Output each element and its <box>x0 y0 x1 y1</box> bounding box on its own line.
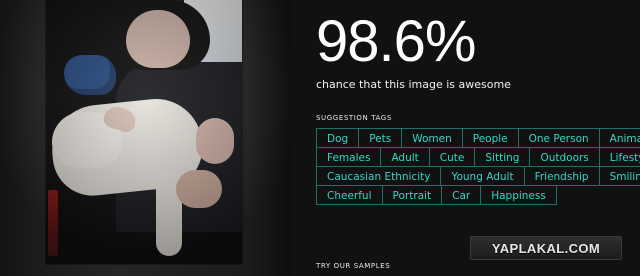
tag-one-person[interactable]: One Person <box>517 128 600 148</box>
photo-person-coat <box>116 62 242 232</box>
tag-outdoors[interactable]: Outdoors <box>529 147 600 167</box>
tag-lifestyles[interactable]: Lifestyles <box>598 147 640 167</box>
photo-dog-ear <box>101 103 139 135</box>
tag-cute[interactable]: Cute <box>428 147 476 167</box>
tag-car[interactable]: Car <box>441 185 482 205</box>
photo-red-watermark <box>48 190 58 256</box>
photo-dog-body <box>47 94 207 200</box>
photo-person-hair <box>114 0 210 70</box>
photo-area <box>0 0 292 276</box>
tag-row-1: Dog Pets Women People One Person Animal <box>316 128 640 148</box>
suggestion-tags: Dog Pets Women People One Person Animal … <box>316 128 640 205</box>
tag-smiling[interactable]: Smiling <box>598 166 640 186</box>
try-our-samples-link[interactable]: TRY OUR SAMPLES <box>316 262 390 270</box>
photo-person-face <box>126 10 190 68</box>
uploaded-photo <box>46 0 242 264</box>
tag-friendship[interactable]: Friendship <box>523 166 600 186</box>
tag-people[interactable]: People <box>461 128 519 148</box>
tag-sitting[interactable]: Sitting <box>474 147 531 167</box>
tag-animal[interactable]: Animal <box>598 128 640 148</box>
photo-hand-secondary <box>176 170 222 208</box>
yaplakal-watermark: YAPLAKAL.COM <box>470 236 622 260</box>
tag-cheerful[interactable]: Cheerful <box>316 185 383 205</box>
suggestion-tags-title: SUGGESTION TAGS <box>316 114 392 122</box>
photo-dog-leg <box>156 170 182 256</box>
photo-window-frame <box>172 0 184 86</box>
tag-young-adult[interactable]: Young Adult <box>440 166 525 186</box>
score-subtitle: chance that this image is awesome <box>316 78 511 91</box>
yaplakal-watermark-text: YAPLAKAL.COM <box>491 240 601 256</box>
tag-pets[interactable]: Pets <box>358 128 403 148</box>
awesomeness-score: 98.6% <box>316 9 476 74</box>
tag-row-2: Females Adult Cute Sitting Outdoors Life… <box>316 147 640 167</box>
tag-row-4: Cheerful Portrait Car Happiness <box>316 185 640 205</box>
photo-hand <box>196 118 234 164</box>
photo-dog-head <box>52 112 122 168</box>
tag-females[interactable]: Females <box>316 147 382 167</box>
tag-portrait[interactable]: Portrait <box>381 185 443 205</box>
photo-sky <box>170 0 242 68</box>
tag-women[interactable]: Women <box>401 128 463 148</box>
tag-adult[interactable]: Adult <box>380 147 430 167</box>
photo-blue-glove <box>64 55 116 95</box>
tag-caucasian-ethnicity[interactable]: Caucasian Ethnicity <box>316 166 442 186</box>
tag-dog[interactable]: Dog <box>316 128 360 148</box>
tag-row-3: Caucasian Ethnicity Young Adult Friendsh… <box>316 166 640 186</box>
tag-happiness[interactable]: Happiness <box>480 185 557 205</box>
